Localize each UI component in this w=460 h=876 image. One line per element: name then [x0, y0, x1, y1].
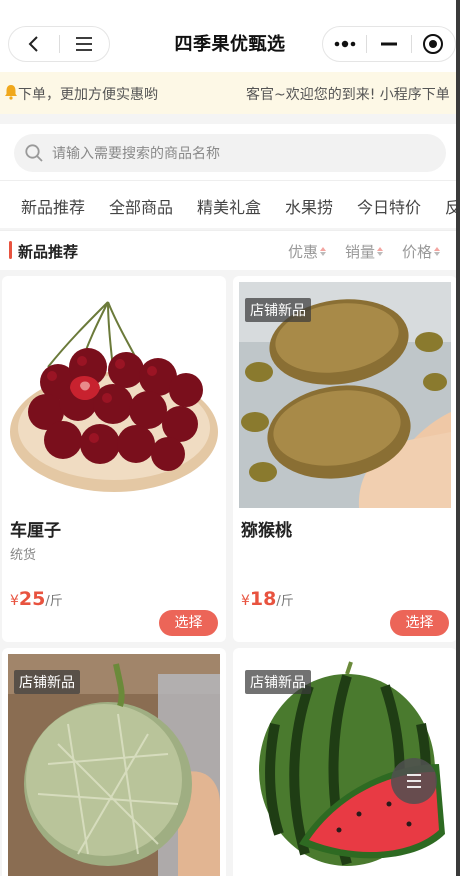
sort-sales[interactable]: 销量 — [345, 241, 384, 262]
sort-label: 价格 — [402, 243, 433, 261]
notice-text-left: 下单，更加方便实惠哟 — [18, 87, 158, 103]
product-image: 店铺新品 — [8, 654, 220, 876]
product-image — [8, 282, 220, 508]
sort-label: 销量 — [345, 243, 376, 261]
minimize-icon — [380, 42, 397, 46]
price-value: 18 — [249, 588, 277, 610]
section-title: 新品推荐 — [18, 243, 79, 261]
product-image: 店铺新品 — [239, 282, 451, 508]
tab-fruit-mix[interactable]: 水果捞 — [285, 194, 333, 218]
price-unit: /斤 — [45, 594, 63, 609]
select-button[interactable]: 选择 — [390, 610, 449, 636]
more-dots-icon — [334, 40, 355, 48]
product-spec: 统货 — [10, 548, 37, 563]
section-accent-bar — [9, 241, 12, 259]
new-badge: 店铺新品 — [14, 670, 80, 694]
price-value: 25 — [18, 588, 46, 610]
minimize-button[interactable] — [367, 27, 410, 61]
sort-price[interactable]: 价格 — [402, 241, 441, 262]
sort-arrows-icon — [377, 247, 384, 256]
price-currency: ¥ — [10, 593, 19, 609]
nav-header: 四季果优甄选 — [0, 0, 460, 72]
sort-arrows-icon — [320, 247, 327, 256]
menu-icon — [407, 774, 421, 788]
tab-gift-box[interactable]: 精美礼盒 — [197, 194, 261, 218]
new-badge: 店铺新品 — [245, 298, 311, 322]
tab-today-special[interactable]: 今日特价 — [357, 194, 421, 218]
product-price: ¥25/斤 — [10, 588, 63, 610]
product-card-kiwi[interactable]: 店铺新品 猕猴桃 ¥18/斤 选择 — [233, 276, 457, 642]
product-name: 猕猴桃 — [241, 521, 292, 541]
cherry-image — [8, 282, 220, 508]
notice-text-right: 客官~欢迎您的到来! 小程序下单 — [246, 87, 450, 103]
product-price: ¥18/斤 — [241, 588, 294, 610]
product-name: 车厘子 — [10, 521, 61, 541]
nav-capsule-right — [322, 26, 456, 62]
section-header: 新品推荐 优惠 销量 价格 — [0, 230, 460, 270]
product-card-cherry[interactable]: 车厘子 统货 ¥25/斤 选择 — [2, 276, 226, 642]
search-placeholder: 请输入需要搜索的商品名称 — [52, 146, 220, 162]
category-tabs: 新品推荐 全部商品 精美礼盒 水果捞 今日特价 反 — [0, 180, 460, 228]
scrollbar[interactable] — [456, 0, 460, 876]
sort-arrows-icon — [434, 247, 441, 256]
product-card-melon[interactable]: 店铺新品 — [2, 648, 226, 876]
close-miniprogram-button[interactable] — [412, 27, 455, 61]
price-currency: ¥ — [241, 593, 250, 609]
price-unit: /斤 — [276, 594, 294, 609]
record-target-icon — [423, 34, 444, 54]
select-button[interactable]: 选择 — [159, 610, 218, 636]
bell-icon — [5, 85, 17, 100]
search-icon — [25, 144, 43, 162]
new-badge: 店铺新品 — [245, 670, 311, 694]
sort-label: 优惠 — [288, 243, 319, 261]
more-button[interactable] — [323, 27, 366, 61]
notice-bar: 下单，更加方便实惠哟 客官~欢迎您的到来! 小程序下单 — [0, 72, 460, 114]
sort-discount[interactable]: 优惠 — [288, 241, 327, 262]
search-area: 请输入需要搜索的商品名称 — [0, 124, 460, 180]
tab-new[interactable]: 新品推荐 — [21, 194, 85, 218]
floating-menu-button[interactable] — [391, 758, 437, 804]
search-input[interactable]: 请输入需要搜索的商品名称 — [14, 134, 446, 172]
tab-all[interactable]: 全部商品 — [109, 194, 173, 218]
